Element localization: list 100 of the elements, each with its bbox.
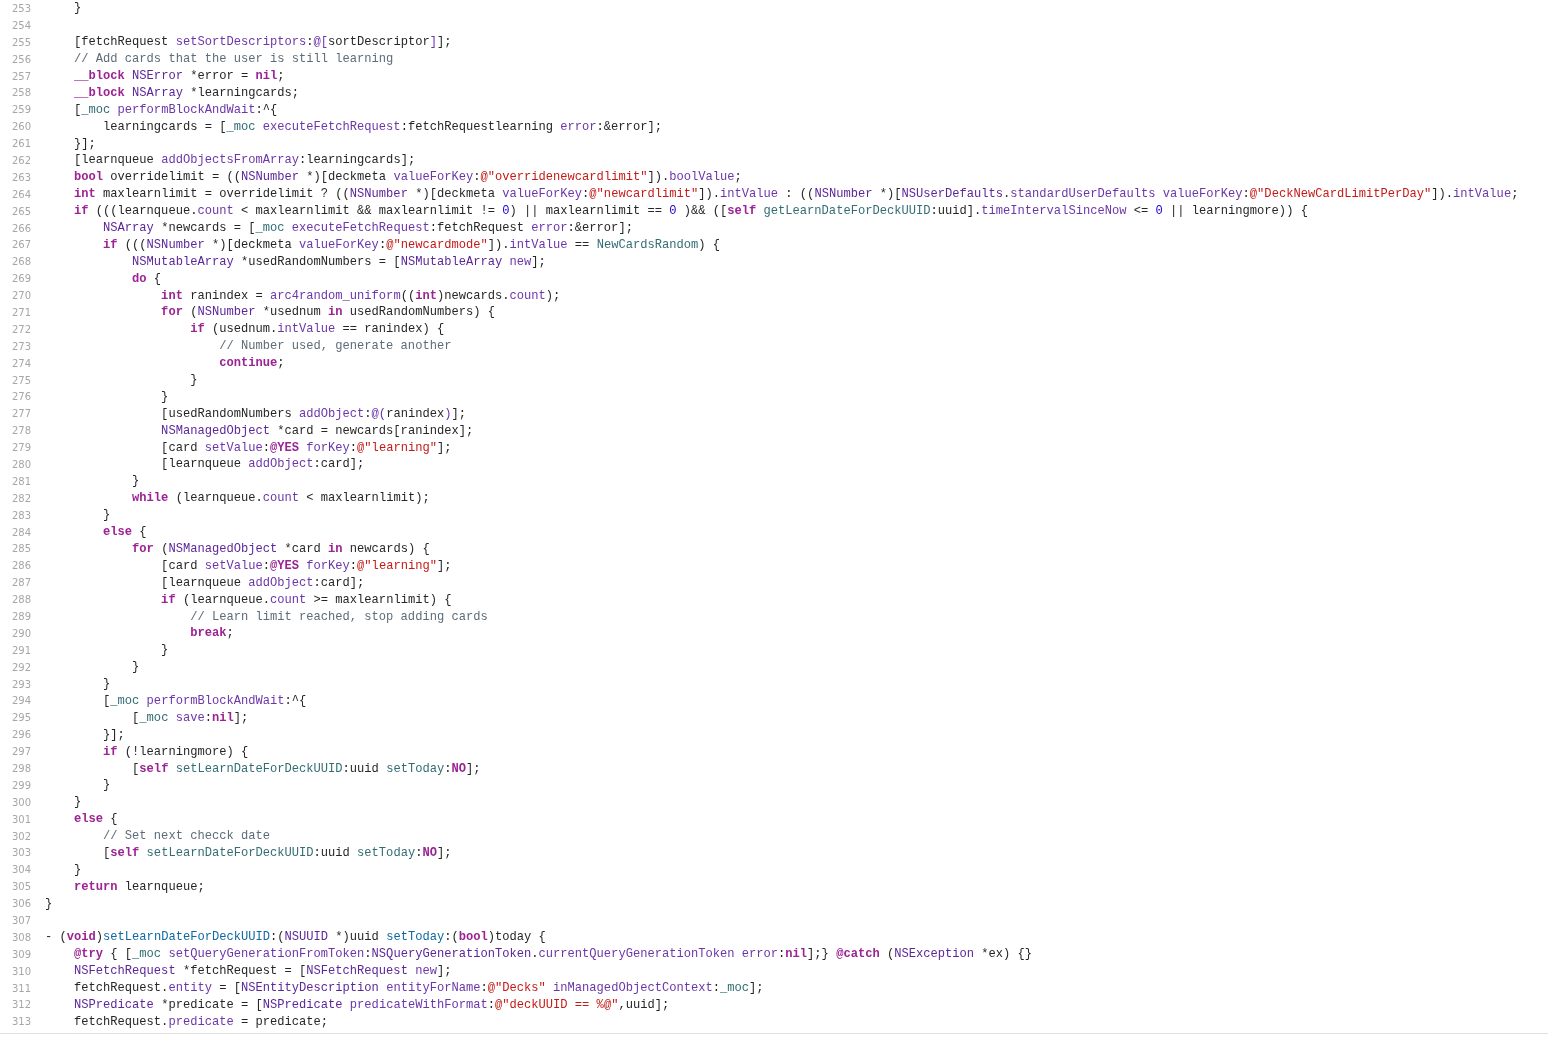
- line-number: 283: [10, 509, 31, 521]
- line-number: 257: [10, 70, 31, 82]
- code-line: [learnqueue addObjectsFromArray:learningcards];: [73, 153, 416, 168]
- line-number: 302: [10, 830, 31, 842]
- line-number: 303: [10, 847, 31, 859]
- line-number: 282: [10, 492, 31, 504]
- code-line: // Number used, generate another: [218, 339, 452, 354]
- code-line: [self setLearnDateForDeckUUID:uuid setToday:NO];: [102, 845, 452, 860]
- line-number: 279: [10, 442, 31, 454]
- code-line: - (void)setLearnDateForDeckUUID:(NSUUID *)uuid setToday:(bool)today {: [45, 930, 546, 945]
- line-number: 290: [10, 627, 31, 639]
- code-line: [fetchRequest setSortDescriptors:@[sortDescriptor]];: [73, 35, 452, 50]
- line-number: 310: [10, 965, 31, 977]
- line-number: 311: [10, 982, 31, 994]
- line-number: 287: [10, 577, 31, 589]
- code-line: }];: [102, 727, 125, 742]
- line-number: 308: [10, 931, 31, 943]
- code-line: while (learnqueue.count < maxlearnlimit);: [131, 491, 430, 506]
- code-line: [_moc save:nil];: [131, 710, 249, 725]
- line-number: 276: [10, 391, 31, 403]
- line-number: 312: [10, 999, 31, 1011]
- code-line: }: [102, 778, 111, 793]
- line-number: 258: [10, 87, 31, 99]
- code-line: // Learn limit reached, stop adding cards: [189, 609, 488, 624]
- line-number: 299: [10, 779, 31, 791]
- line-number: 265: [10, 205, 31, 217]
- line-number: 266: [10, 222, 31, 234]
- line-number: 269: [10, 273, 31, 285]
- code-line: NSMutableArray *usedRandomNumbers = [NSMutableArray new];: [131, 254, 546, 269]
- code-line: }: [73, 795, 82, 810]
- line-number: 294: [10, 695, 31, 707]
- line-number: 275: [10, 374, 31, 386]
- code-line: }: [102, 508, 111, 523]
- line-number: 256: [10, 53, 31, 65]
- line-number: 291: [10, 644, 31, 656]
- line-number: 298: [10, 763, 31, 774]
- code-line: if (((learnqueue.count < maxlearnlimit && maxlearnlimit != 0) || maxlearnlimit == 0 )&& ([self getLearnDateForDeckUUID:uuid].timeIntervalSinceNow <= 0 || learningmore)) {: [73, 204, 1308, 219]
- line-number: 272: [10, 323, 31, 335]
- line-number: 295: [10, 712, 31, 724]
- line-number: 260: [10, 121, 31, 133]
- code-line: NSFetchRequest *fetchRequest = [NSFetchRequest new];: [73, 964, 452, 979]
- line-number: 285: [10, 543, 31, 555]
- code-line: if (((NSNumber *)[deckmeta valueForKey:@"newcardmode"]).intValue == NewCardsRandom) {: [102, 237, 720, 252]
- code-line: for (NSNumber *usednum in usedRandomNumbers) {: [160, 305, 495, 320]
- code-line: }: [73, 1, 82, 16]
- code-line: continue;: [218, 356, 285, 371]
- line-number: 286: [10, 560, 31, 572]
- line-number: 313: [10, 1016, 31, 1028]
- line-number: 289: [10, 611, 31, 622]
- code-line: return learnqueue;: [73, 879, 205, 894]
- code-line: else {: [102, 525, 147, 540]
- code-line: NSPredicate *predicate = [NSPredicate predicateWithFormat:@"deckUUID == %@",uuid];: [73, 998, 670, 1012]
- code-line: }: [102, 677, 111, 692]
- line-number: 281: [10, 475, 31, 487]
- code-line: [self setLearnDateForDeckUUID:uuid setToday:NO];: [131, 761, 481, 776]
- line-number: 304: [10, 864, 31, 876]
- line-number: 292: [10, 661, 31, 673]
- code-line: [_moc performBlockAndWait:^{: [73, 102, 278, 117]
- line-number: 259: [10, 104, 31, 116]
- code-line: fetchRequest.predicate = predicate;: [73, 1014, 329, 1029]
- code-line: // Set next checck date: [102, 829, 270, 844]
- line-number: 297: [10, 746, 31, 758]
- code-line: else {: [73, 812, 118, 827]
- line-number: 267: [10, 239, 31, 251]
- code-line: [card setValue:@YES forKey:@"learning"];: [160, 440, 452, 455]
- line-number: 309: [10, 948, 31, 960]
- code-line: [_moc performBlockAndWait:^{: [102, 693, 307, 708]
- code-line: NSArray *newcards = [_moc executeFetchRequest:fetchRequest error:&error];: [102, 221, 633, 235]
- line-number: 253: [10, 2, 31, 14]
- line-number: 293: [10, 678, 31, 690]
- line-number: 262: [10, 154, 31, 166]
- code-line: // Add cards that the user is still learning: [73, 52, 394, 67]
- line-number: 270: [10, 290, 31, 302]
- code-line: int maxlearnlimit = overridelimit ? ((NSNumber *)[deckmeta valueForKey:@"newcardlimit"]).intValue : ((NSNumber *)[NSUserDefaults.standardUserDefaults valueForKey:@"DeckNewCardLimitPerDay"]).intValue;: [73, 187, 1519, 202]
- code-line: __block NSError *error = nil;: [73, 69, 285, 83]
- code-line: }];: [73, 136, 96, 151]
- code-line: int ranindex = arc4random_uniform((int)newcards.count);: [160, 288, 561, 303]
- code-line: if (usednum.intValue == ranindex) {: [189, 322, 445, 337]
- code-line: __block NSArray *learningcards;: [73, 85, 300, 100]
- line-number: 277: [10, 408, 31, 420]
- line-number: 288: [10, 594, 31, 606]
- code-line: [usedRandomNumbers addObject:@(ranindex)];: [160, 406, 466, 421]
- line-number: 271: [10, 306, 31, 318]
- code-line: [learnqueue addObject:card];: [160, 575, 365, 590]
- code-line: }: [189, 373, 198, 388]
- line-number: 300: [10, 796, 31, 808]
- line-number: 301: [10, 813, 31, 825]
- line-number: 261: [10, 138, 31, 150]
- code-line: if (!learningmore) {: [102, 744, 249, 759]
- line-number: 307: [10, 915, 31, 927]
- code-line: fetchRequest.entity = [NSEntityDescription entityForName:@"Decks" inManagedObjectContext:_moc];: [73, 981, 764, 996]
- code-line: NSManagedObject *card = newcards[ranindex];: [160, 423, 474, 438]
- code-line: for (NSManagedObject *card in newcards) {: [131, 541, 430, 556]
- code-line: break;: [189, 626, 234, 641]
- line-number: 305: [10, 881, 31, 893]
- code-line: }: [131, 660, 140, 675]
- line-number: 280: [10, 459, 31, 470]
- code-line: do {: [131, 271, 162, 286]
- line-number: 273: [10, 340, 31, 352]
- line-number: 255: [10, 36, 31, 48]
